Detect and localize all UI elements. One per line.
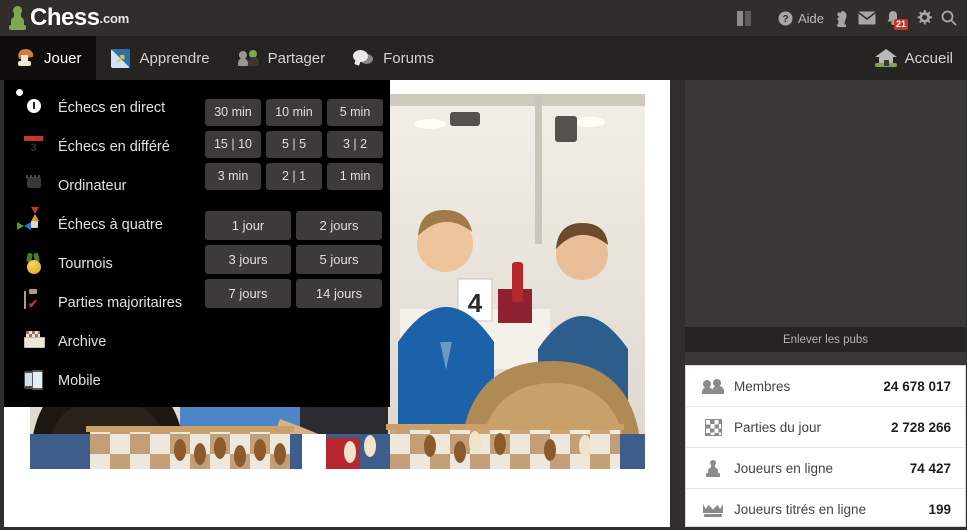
dropdown-item-list: Échecs en direct 3 Échecs en différé Ord… (4, 80, 200, 407)
stat-label: Parties du jour (734, 419, 822, 435)
stat-value: 24 678 017 (883, 378, 951, 394)
help-label: Aide (797, 10, 824, 26)
advertisement-slot (685, 80, 966, 402)
envelope-icon[interactable] (858, 11, 876, 25)
people-icon (237, 47, 260, 69)
dropdown-item-label: Ordinateur (58, 177, 127, 194)
stat-value: 74 427 (909, 460, 951, 476)
daily-control-button[interactable]: 1 jour (205, 211, 291, 240)
clipboard-icon: ✔ (24, 288, 46, 314)
right-sidebar: Enlever les pubs Membres 24 678 017 Part… (678, 80, 967, 527)
nav-right-group: Accueil (861, 36, 967, 80)
cpu-icon (24, 174, 46, 197)
nav-tab-partager[interactable]: Partager (224, 36, 340, 80)
dropdown-item-label: Échecs à quatre (58, 216, 163, 233)
help-circle-icon: ? (778, 11, 793, 26)
archive-icon (24, 330, 46, 353)
dropdown-item-echecs-en-direct[interactable]: Échecs en direct (4, 88, 200, 127)
medal-icon (24, 252, 46, 275)
nav-tab-apprendre[interactable]: ↗ Apprendre (96, 36, 224, 80)
dropdown-item-ordinateur[interactable]: Ordinateur (4, 166, 200, 205)
nav-label: Forums (383, 49, 434, 67)
time-control-button[interactable]: 3 min (205, 163, 261, 190)
daily-control-button[interactable]: 7 jours (205, 279, 291, 308)
stat-value: 199 (928, 502, 951, 517)
chessboard-icon (700, 418, 726, 436)
dropdown-item-label: Parties majoritaires (58, 294, 183, 311)
dropdown-item-tournois[interactable]: Tournois (4, 244, 200, 283)
dropdown-item-label: Tournois (58, 255, 113, 272)
svg-text:4: 4 (468, 288, 483, 318)
time-control-button[interactable]: 5 min (327, 99, 383, 126)
time-control-button[interactable]: 10 min (266, 99, 322, 126)
learn-icon: ↗ (110, 47, 132, 69)
header-actions: ? Aide 21 (736, 0, 957, 36)
stat-label: Joueurs titrés en ligne (734, 502, 867, 517)
dropdown-item-parties-majoritaires[interactable]: ✔ Parties majoritaires (4, 283, 200, 322)
time-control-button[interactable]: 3 | 2 (327, 131, 383, 158)
knight-icon (14, 47, 36, 69)
daily-time-controls: 1 jour 2 jours 3 jours 5 jours 7 jours 1… (205, 211, 390, 308)
logo-tld: .com (99, 10, 130, 26)
dropdown-item-echecs-a-quatre[interactable]: Échecs à quatre (4, 205, 200, 244)
logo-wordmark: Chess (30, 4, 100, 31)
calendar-icon: 3 (24, 135, 46, 158)
gear-icon[interactable] (916, 10, 932, 26)
jouer-dropdown-menu: Échecs en direct 3 Échecs en différé Ord… (4, 80, 390, 407)
dropdown-item-label: Échecs en différé (58, 138, 170, 155)
dropdown-item-label: Mobile (58, 372, 101, 389)
daily-control-button[interactable]: 3 jours (205, 245, 291, 274)
svg-text:?: ? (782, 14, 788, 25)
nav-tab-jouer[interactable]: Jouer (0, 36, 96, 80)
chesscom-logo[interactable]: Chess .com (8, 0, 129, 36)
speech-bubble-icon (353, 47, 375, 69)
nav-tab-accueil[interactable]: Accueil (861, 36, 967, 80)
help-button[interactable]: ? Aide (778, 11, 824, 26)
site-stats-panel: Membres 24 678 017 Parties du jour 2 728… (685, 365, 966, 527)
time-control-button[interactable]: 30 min (205, 99, 261, 126)
four-arrows-icon (17, 206, 46, 236)
stat-label: Membres (734, 378, 791, 394)
time-control-button[interactable]: 2 | 1 (266, 163, 322, 190)
knight-icon[interactable] (833, 10, 849, 27)
daily-control-button[interactable]: 2 jours (296, 211, 382, 240)
live-time-controls: 30 min 10 min 5 min 15 | 10 5 | 5 3 | 2 … (205, 99, 390, 190)
dropdown-item-archive[interactable]: Archive (4, 322, 200, 361)
logo-pawn-icon (8, 5, 28, 31)
crown-icon (700, 502, 726, 517)
dropdown-item-label: Archive (58, 333, 107, 350)
pawn-icon (700, 459, 726, 477)
home-icon (874, 47, 897, 69)
nav-label: Apprendre (139, 49, 210, 67)
time-control-panel: 30 min 10 min 5 min 15 | 10 5 | 5 3 | 2 … (200, 80, 390, 407)
stat-row-parties-du-jour: Parties du jour 2 728 266 (686, 407, 965, 448)
notification-badge: 21 (893, 19, 908, 30)
stat-row-membres: Membres 24 678 017 (686, 366, 965, 407)
dropdown-item-label: Échecs en direct (58, 99, 166, 116)
daily-control-button[interactable]: 14 jours (296, 279, 382, 308)
main-navigation: Jouer ↗ Apprendre Partager Forums Accuei… (0, 36, 967, 80)
stat-label: Joueurs en ligne (734, 460, 834, 476)
daily-control-button[interactable]: 5 jours (296, 245, 382, 274)
nav-label: Jouer (44, 49, 82, 67)
dropdown-item-echecs-en-differe[interactable]: 3 Échecs en différé (4, 127, 200, 166)
time-control-button[interactable]: 1 min (327, 163, 383, 190)
top-header-bar: Chess .com ? Aide 21 (0, 0, 967, 36)
time-control-button[interactable]: 15 | 10 (205, 131, 261, 158)
time-control-button[interactable]: 5 | 5 (266, 131, 322, 158)
bell-icon[interactable]: 21 (885, 10, 908, 30)
search-icon[interactable] (941, 10, 957, 26)
remove-ads-button[interactable]: Enlever les pubs (685, 327, 966, 352)
stat-value: 2 728 266 (890, 419, 951, 435)
members-icon (700, 378, 726, 394)
nav-label: Accueil (904, 49, 953, 67)
mobile-icon (24, 369, 46, 392)
dropdown-item-mobile[interactable]: Mobile (4, 361, 200, 400)
stat-row-joueurs-titres: Joueurs titrés en ligne 199 (686, 489, 965, 530)
live-clock-icon (16, 88, 46, 119)
book-icon[interactable] (736, 10, 751, 26)
nav-tab-forums[interactable]: Forums (339, 36, 448, 80)
nav-label: Partager (267, 49, 326, 67)
stat-row-joueurs-en-ligne: Joueurs en ligne 74 427 (686, 448, 965, 489)
